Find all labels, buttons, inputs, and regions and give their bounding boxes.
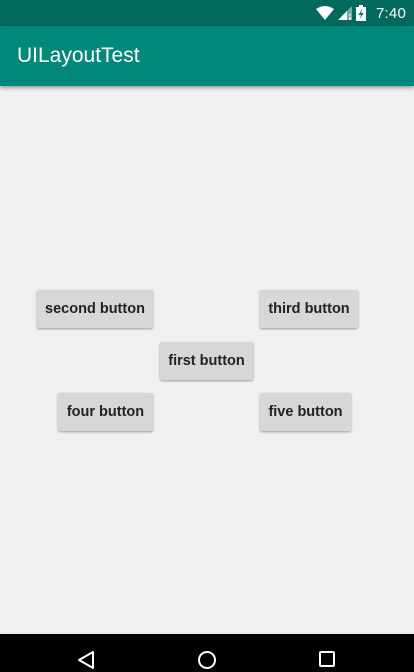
signal-icon <box>338 6 352 20</box>
status-icons: 7:40 <box>316 3 406 23</box>
app-bar: UILayoutTest <box>0 26 414 86</box>
battery-charging-icon <box>356 5 366 21</box>
third-button[interactable]: third button <box>260 290 358 328</box>
home-icon[interactable] <box>197 650 217 672</box>
status-time: 7:40 <box>376 4 406 22</box>
recents-icon[interactable] <box>318 650 336 672</box>
second-button[interactable]: second button <box>37 290 153 328</box>
status-bar: 7:40 <box>0 0 414 26</box>
first-button[interactable]: first button <box>160 342 253 380</box>
app-title: UILayoutTest <box>17 44 140 67</box>
four-button[interactable]: four button <box>58 393 153 431</box>
five-button[interactable]: five button <box>260 393 351 431</box>
content-area: second button third button first button … <box>0 86 414 634</box>
wifi-icon <box>316 6 334 20</box>
back-icon[interactable] <box>76 650 96 672</box>
navigation-bar <box>0 634 414 672</box>
